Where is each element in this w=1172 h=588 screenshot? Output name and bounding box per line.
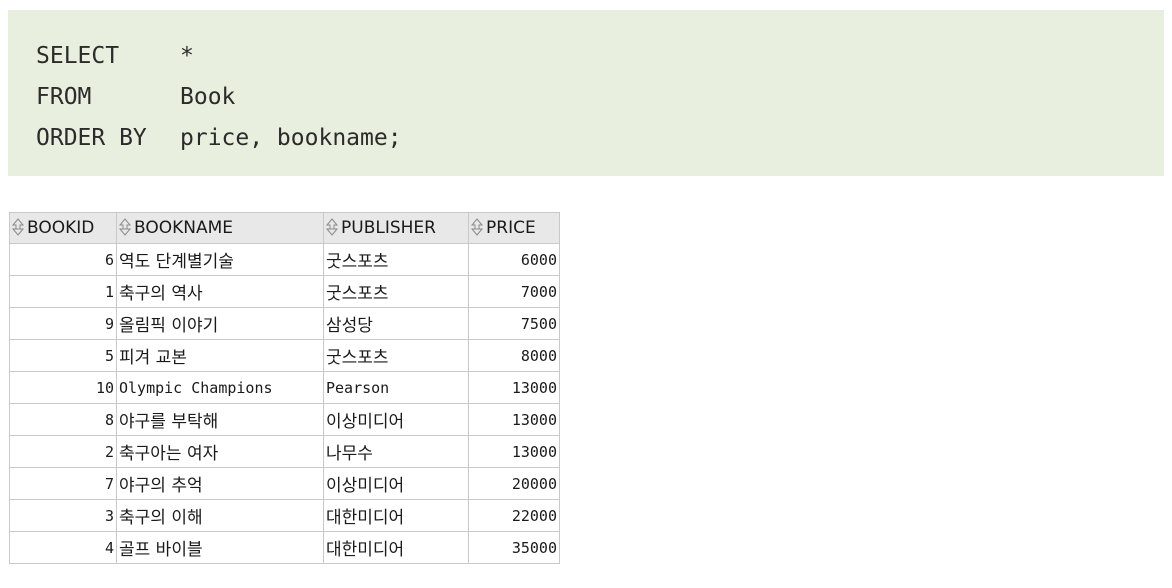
cell-publisher: 삼성당 xyxy=(323,307,469,340)
column-header-label: PRICE xyxy=(486,218,536,238)
sql-value: price, bookname; xyxy=(180,125,402,151)
cell-price: 20000 xyxy=(468,467,560,500)
cell-price: 6000 xyxy=(468,243,560,276)
cell-publisher: 이상미디어 xyxy=(323,403,469,436)
cell-bookname: 야구를 부탁해 xyxy=(116,403,324,436)
cell-bookname: 야구의 추억 xyxy=(116,467,324,500)
query-result-grid: BOOKID BOOKNAME PUBLISHER PRICE 6 역도 단계별… xyxy=(9,212,560,564)
sort-icon xyxy=(326,218,338,236)
cell-bookname: 축구아는 여자 xyxy=(116,435,324,468)
column-header-bookid[interactable]: BOOKID xyxy=(9,212,117,244)
cell-bookname: 역도 단계별기술 xyxy=(116,243,324,276)
cell-publisher: 이상미디어 xyxy=(323,467,469,500)
column-header-price[interactable]: PRICE xyxy=(468,212,560,244)
cell-price: 13000 xyxy=(468,403,560,436)
cell-bookid: 9 xyxy=(9,307,117,340)
cell-bookname: 골프 바이블 xyxy=(116,531,324,564)
cell-publisher: 대한미디어 xyxy=(323,499,469,532)
sql-value: Book xyxy=(180,84,236,110)
sql-line-order-by: ORDER BY price, bookname; xyxy=(36,118,1164,159)
column-header-label: PUBLISHER xyxy=(341,218,436,238)
sql-keyword: SELECT xyxy=(36,43,120,69)
cell-publisher: 대한미디어 xyxy=(323,531,469,564)
table-row[interactable]: 8 야구를 부탁해 이상미디어 13000 xyxy=(9,403,560,436)
table-row[interactable]: 2 축구아는 여자 나무수 13000 xyxy=(9,435,560,468)
cell-price: 8000 xyxy=(468,339,560,372)
table-row[interactable]: 3 축구의 이해 대한미디어 22000 xyxy=(9,499,560,532)
column-header-publisher[interactable]: PUBLISHER xyxy=(323,212,469,244)
sql-keyword: FROM xyxy=(36,84,92,110)
cell-bookid: 6 xyxy=(9,243,117,276)
sql-line-select: SELECT * xyxy=(36,36,1164,77)
cell-bookname: 축구의 역사 xyxy=(116,275,324,308)
cell-publisher: 굿스포츠 xyxy=(323,275,469,308)
table-row[interactable]: 7 야구의 추억 이상미디어 20000 xyxy=(9,467,560,500)
cell-bookname: Olympic Champions xyxy=(116,371,324,404)
cell-bookid: 5 xyxy=(9,339,117,372)
sql-query-panel: SELECT * FROM Book ORDER BY price, bookname… xyxy=(8,10,1164,176)
cell-price: 13000 xyxy=(468,435,560,468)
sort-icon xyxy=(471,218,483,236)
column-header-bookname[interactable]: BOOKNAME xyxy=(116,212,324,244)
cell-price: 35000 xyxy=(468,531,560,564)
table-row[interactable]: 10 Olympic Champions Pearson 13000 xyxy=(9,371,560,404)
grid-header-row: BOOKID BOOKNAME PUBLISHER PRICE xyxy=(9,212,560,244)
cell-bookname: 올림픽 이야기 xyxy=(116,307,324,340)
column-header-label: BOOKNAME xyxy=(134,218,234,238)
cell-price: 7000 xyxy=(468,275,560,308)
cell-publisher: Pearson xyxy=(323,371,469,404)
cell-bookid: 10 xyxy=(9,371,117,404)
cell-publisher: 굿스포츠 xyxy=(323,339,469,372)
sort-icon xyxy=(119,218,131,236)
cell-price: 22000 xyxy=(468,499,560,532)
table-row[interactable]: 5 피겨 교본 굿스포츠 8000 xyxy=(9,339,560,372)
cell-bookid: 7 xyxy=(9,467,117,500)
cell-publisher: 굿스포츠 xyxy=(323,243,469,276)
table-row[interactable]: 6 역도 단계별기술 굿스포츠 6000 xyxy=(9,243,560,276)
cell-bookname: 피겨 교본 xyxy=(116,339,324,372)
sql-keyword: ORDER BY xyxy=(36,125,147,151)
cell-bookid: 1 xyxy=(9,275,117,308)
cell-bookid: 4 xyxy=(9,531,117,564)
cell-bookid: 8 xyxy=(9,403,117,436)
sort-icon xyxy=(12,218,24,236)
cell-price: 7500 xyxy=(468,307,560,340)
table-row[interactable]: 1 축구의 역사 굿스포츠 7000 xyxy=(9,275,560,308)
table-row[interactable]: 4 골프 바이블 대한미디어 35000 xyxy=(9,531,560,564)
cell-price: 13000 xyxy=(468,371,560,404)
column-header-label: BOOKID xyxy=(27,218,95,238)
sql-line-from: FROM Book xyxy=(36,77,1164,118)
table-row[interactable]: 9 올림픽 이야기 삼성당 7500 xyxy=(9,307,560,340)
sql-value: * xyxy=(180,43,194,69)
cell-publisher: 나무수 xyxy=(323,435,469,468)
cell-bookid: 2 xyxy=(9,435,117,468)
cell-bookname: 축구의 이해 xyxy=(116,499,324,532)
cell-bookid: 3 xyxy=(9,499,117,532)
